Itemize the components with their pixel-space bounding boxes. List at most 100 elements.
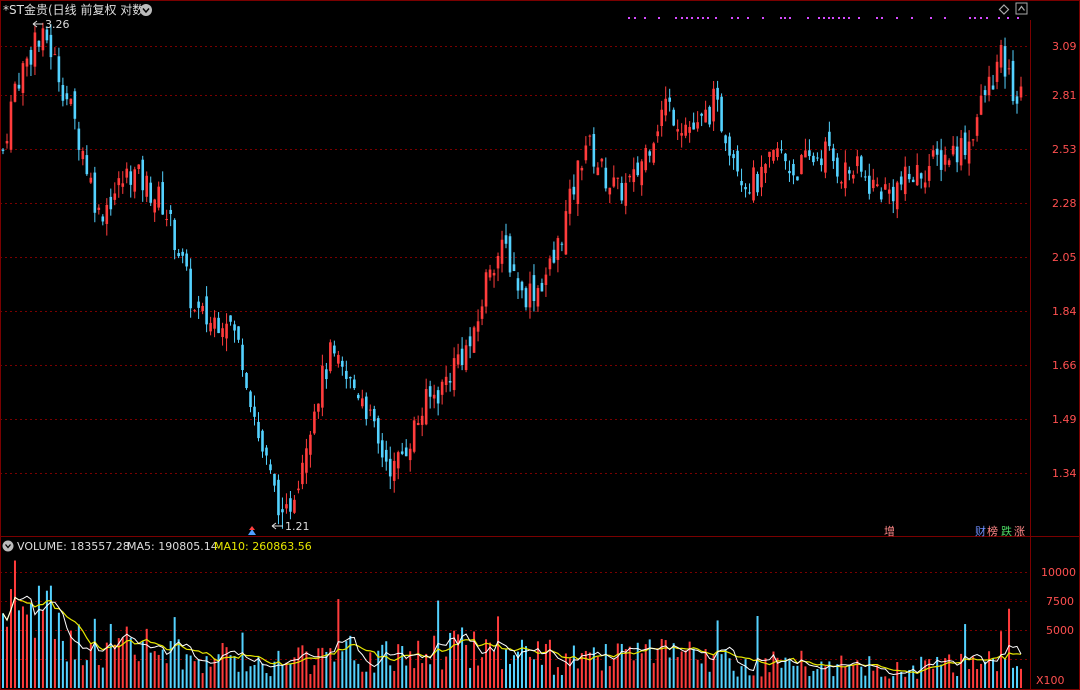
candle-body [640, 161, 644, 186]
candle-body [464, 345, 468, 371]
candle-body [983, 90, 987, 95]
volume-bar [708, 671, 711, 688]
candlestick [225, 313, 228, 352]
volume-bar [465, 644, 468, 688]
volume-tick: 10000 [1041, 566, 1076, 579]
candlestick [444, 366, 448, 393]
expand-icon[interactable] [1015, 2, 1028, 15]
candlestick [732, 150, 735, 170]
volume-bar [313, 665, 316, 688]
volume-bar [449, 632, 452, 688]
tag-zhang[interactable]: 涨 [1014, 525, 1025, 538]
candle-body [760, 166, 763, 188]
volume-bar [5, 626, 8, 688]
candle-body [245, 373, 248, 389]
candle-body [241, 344, 244, 371]
candlestick [25, 56, 29, 77]
candle-body [424, 389, 428, 425]
candlestick [915, 153, 919, 187]
candle-body [955, 146, 959, 163]
candlestick [608, 187, 612, 204]
volume-bar [145, 628, 148, 688]
candle-body [891, 186, 895, 202]
candle-body [967, 141, 971, 164]
volume-bar [349, 635, 352, 688]
candle-body [664, 98, 667, 116]
event-dot [681, 17, 683, 19]
volume-dropdown-icon[interactable] [2, 540, 14, 552]
candle-body [568, 188, 572, 214]
candle-body [109, 196, 113, 210]
event-dot [762, 17, 764, 19]
volume-bar [269, 676, 272, 688]
volume-bar [469, 667, 472, 688]
candle-body [217, 317, 220, 334]
candle-body [592, 134, 596, 167]
candlestick [201, 302, 204, 315]
candlestick [668, 88, 671, 112]
volume-bar [169, 641, 172, 688]
candlestick [257, 412, 260, 442]
volume-bar [924, 660, 927, 688]
price-tick: 1.84 [1052, 305, 1077, 318]
candlestick [337, 350, 340, 368]
volume-header: VOLUME: 183557.28 MA5: 190805.14 MA10: 2… [2, 540, 312, 553]
candle-body [768, 151, 771, 157]
volume-bar [668, 657, 671, 688]
candle-body [233, 324, 236, 331]
candle-body [484, 272, 488, 307]
candlestick [400, 442, 404, 456]
candle-body [864, 176, 867, 178]
volume-bar [864, 675, 867, 688]
candlestick [416, 415, 420, 426]
candlestick [596, 162, 600, 176]
event-dot [807, 17, 809, 19]
candle-body [432, 394, 436, 399]
candlestick [380, 433, 384, 468]
candle-body [680, 133, 683, 136]
candlestick [305, 438, 308, 484]
volume-bar [620, 643, 623, 688]
event-dot [843, 17, 845, 19]
volume-bar [836, 664, 839, 688]
candle-body [660, 109, 664, 127]
candlestick [620, 176, 624, 204]
candle-body [349, 377, 352, 379]
volume-bar [53, 638, 56, 688]
volume-bar [497, 616, 500, 688]
volume-bar [241, 632, 244, 688]
tag-die[interactable]: 跌 [1001, 524, 1012, 538]
diamond-icon[interactable] [998, 4, 1010, 15]
candle-body [41, 28, 45, 51]
candlestick [572, 174, 576, 200]
candle-body [1007, 68, 1011, 70]
candlestick [153, 198, 157, 222]
tag-cai[interactable]: 财 [975, 524, 986, 538]
volume-tick-labels: 10000 7500 5000 X100 [1036, 566, 1076, 687]
title-dropdown-icon[interactable] [140, 4, 152, 16]
volume-bar [564, 653, 567, 688]
volume-bar [1016, 666, 1019, 688]
volume-bar [520, 639, 523, 688]
volume-bar [512, 655, 515, 688]
candlestick [53, 47, 57, 56]
candle-body [436, 390, 440, 404]
volume-bar [940, 664, 943, 688]
volume-bar [9, 589, 12, 688]
candle-body [780, 149, 783, 151]
volume-bar [584, 650, 587, 688]
volume-label: VOLUME: 183557.28 [17, 540, 130, 553]
candlestick [41, 22, 45, 57]
candlestick [1019, 76, 1023, 101]
candlestick [604, 157, 608, 192]
candlestick [951, 136, 955, 157]
volume-bar [389, 665, 392, 688]
candlestick [532, 264, 536, 312]
candlestick [664, 86, 667, 122]
volume-bar [445, 656, 448, 688]
candlestick [313, 403, 316, 435]
candlestick [660, 100, 664, 137]
tag-bang[interactable]: 榜 [987, 524, 998, 538]
candle-body [368, 409, 372, 411]
tag-zeng[interactable]: 增 [884, 524, 895, 538]
